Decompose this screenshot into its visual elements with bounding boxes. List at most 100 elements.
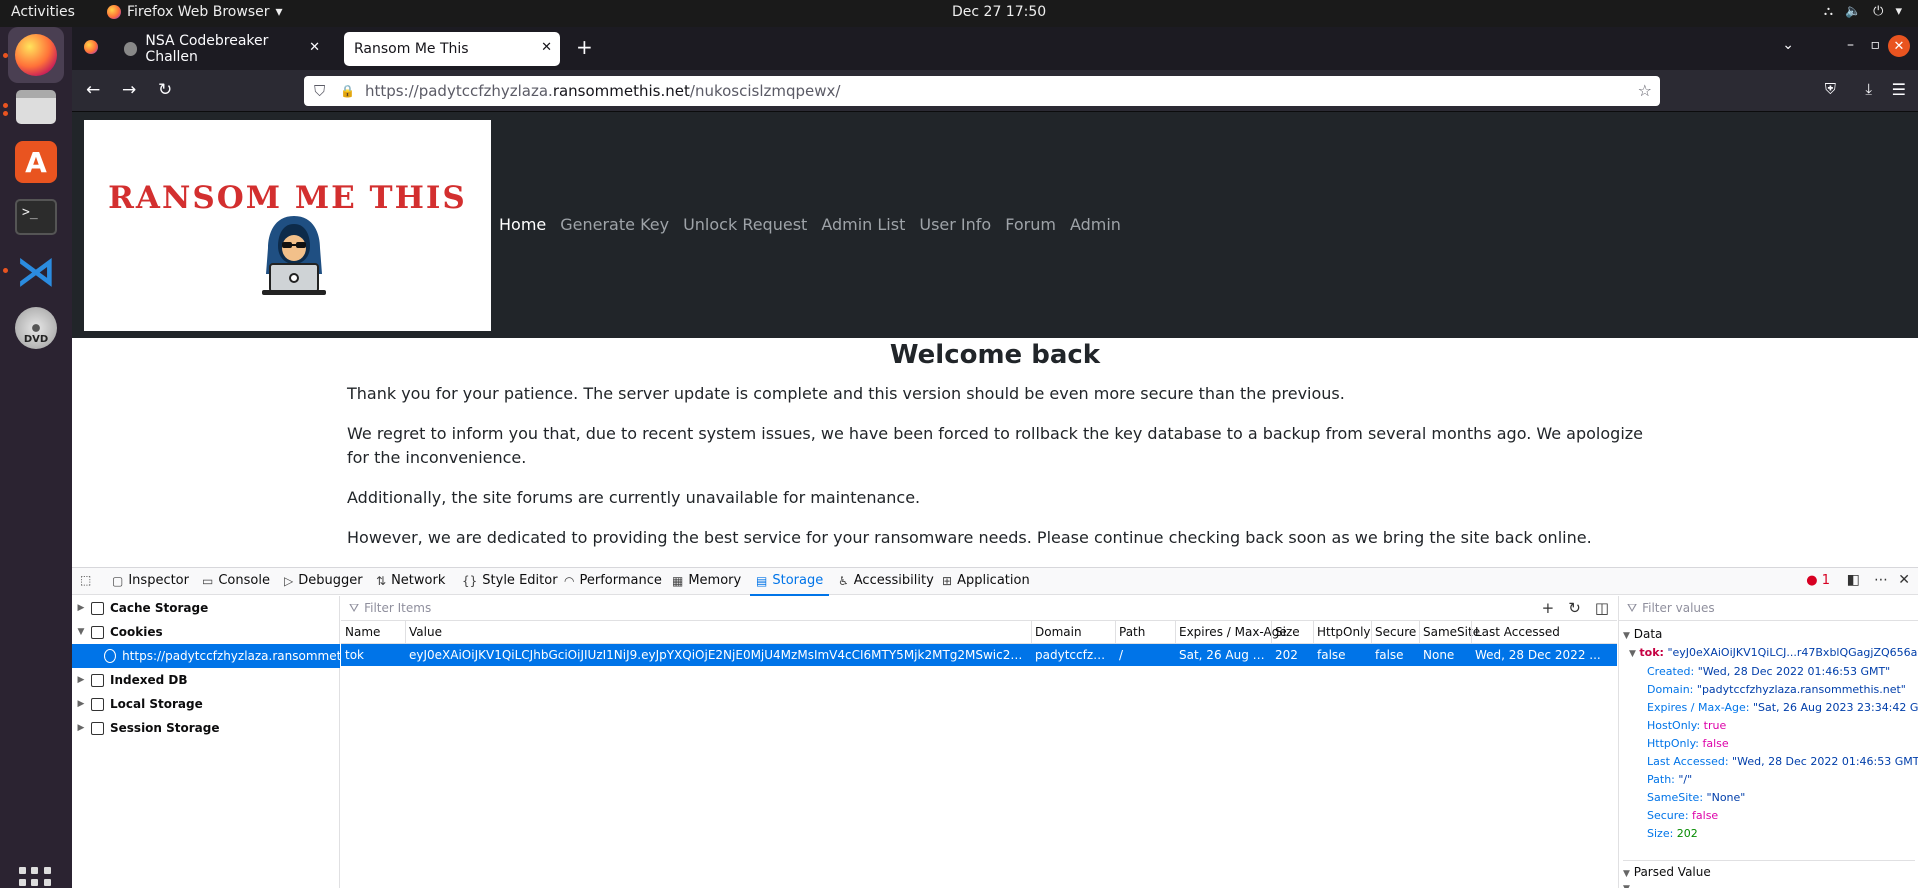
dock-vscode[interactable]: ⋊ [8,244,64,300]
tab-performance[interactable]: ◠ Performance [564,573,662,588]
field-row[interactable]: Domain: "padytccfzhyzlaza.ransommethis.n… [1647,683,1906,696]
tracking-protection-icon[interactable]: ⛉ [314,82,328,100]
filter-items-input[interactable]: ⛛ Filter Items + ↻ ◫ [341,596,1617,621]
nav-home[interactable]: Home [499,215,546,234]
table-row[interactable]: tok eyJ0eXAiOiJKV1QiLCJhbGciOiJIUzI1NiJ9… [341,644,1617,666]
refresh-icon[interactable]: ↻ [1568,599,1581,617]
nav-admin[interactable]: Admin [1070,215,1121,234]
tab-style-editor[interactable]: {} Style Editor [462,573,558,588]
system-tray[interactable]: ⛬ 🔈 ⏻ ▾ [1824,4,1902,19]
toggle-sidebar-icon[interactable]: ◫ [1595,599,1609,617]
collapse-icon[interactable]: ▼ [74,627,88,637]
column-header-path[interactable]: Path [1119,625,1145,639]
performance-icon: ◠ [564,573,575,588]
tree-indexed-db[interactable]: ▶ Indexed DB [72,668,340,692]
dock-terminal[interactable]: >_ [8,189,64,245]
reload-button[interactable]: ↻ [158,80,172,100]
expand-icon[interactable]: ▶ [74,699,88,709]
dock-side-icon[interactable]: ◧ [1847,572,1860,588]
list-all-tabs-icon[interactable]: ⌄ [1782,37,1794,53]
lock-icon[interactable]: 🔒 [340,84,355,98]
tab-accessibility[interactable]: ♿ Accessibility [838,573,934,588]
column-header-last-accessed[interactable]: Last Accessed [1475,625,1560,639]
filter-values-input[interactable]: ⛛ Filter values [1619,596,1918,621]
downloads-icon[interactable]: ⤓ [1865,80,1872,98]
maximize-icon[interactable]: ▫ [1871,37,1881,53]
tab-application[interactable]: ⊞ Application [942,573,1030,588]
field-row[interactable]: SameSite: "None" [1647,791,1745,804]
tab-ransom-me-this[interactable]: Ransom Me This ✕ [344,32,560,66]
window-close-button[interactable]: ✕ [1888,35,1910,57]
memory-icon: ▦ [672,573,684,588]
nav-unlock-request[interactable]: Unlock Request [683,215,807,234]
menu-icon[interactable]: ☰ [1892,80,1906,99]
tab-storage[interactable]: ▤ Storage [749,573,830,596]
tree-session-storage[interactable]: ▶ Session Storage [72,716,340,740]
nav-generate-key[interactable]: Generate Key [560,215,669,234]
site-logo[interactable]: RANSOM ME THIS [84,120,491,331]
column-header-name[interactable]: Name [345,625,380,639]
field-row[interactable]: Last Accessed: "Wed, 28 Dec 2022 01:46:5… [1647,755,1918,768]
tree-cookies[interactable]: ▼ Cookies [72,620,340,644]
field-row[interactable]: HostOnly: true [1647,719,1726,732]
column-header-domain[interactable]: Domain [1035,625,1082,639]
nav-admin-list[interactable]: Admin List [821,215,905,234]
firefox-view-icon[interactable] [84,40,98,54]
element-picker-icon[interactable]: ⬚ [80,573,91,587]
tab-network[interactable]: ⇅ Network [376,573,445,588]
dock-software[interactable]: A [8,134,64,190]
field-row[interactable]: Path: "/" [1647,773,1692,786]
add-item-icon[interactable]: + [1542,599,1555,617]
tool-label: Debugger [298,573,363,588]
tab-nsa-codebreaker[interactable]: NSA Codebreaker Challen ✕ [114,32,328,66]
forward-button[interactable]: → [122,80,136,100]
console-icon: ▭ [202,573,214,588]
field-row[interactable]: Expires / Max-Age: "Sat, 26 Aug 2023 23:… [1647,701,1918,714]
nav-forum[interactable]: Forum [1005,215,1056,234]
minimize-icon[interactable]: – [1847,37,1854,53]
tool-label: Storage [772,573,824,588]
column-header-secure[interactable]: Secure [1375,625,1416,639]
field-row[interactable]: Created: "Wed, 28 Dec 2022 01:46:53 GMT" [1647,665,1890,678]
close-icon[interactable]: ✕ [541,40,552,55]
dock-firefox[interactable] [8,27,64,83]
tab-memory[interactable]: ▦ Memory [672,573,741,588]
close-icon[interactable]: ✕ [309,40,320,55]
column-header-value[interactable]: Value [409,625,442,639]
tab-debugger[interactable]: ▷ Debugger [284,573,363,588]
tab-inspector[interactable]: ▢ Inspector [112,573,189,588]
field-row[interactable]: Secure: false [1647,809,1718,822]
new-tab-button[interactable]: + [576,35,593,59]
column-header-httponly[interactable]: HttpOnly [1317,625,1371,639]
show-apps-icon[interactable] [19,867,51,888]
bookmark-star-icon[interactable]: ☆ [1638,81,1652,100]
parsed-entry[interactable]: ▼ [1623,880,1630,888]
tree-cache-storage[interactable]: ▶ Cache Storage [72,596,340,620]
cell-secure: false [1375,648,1404,662]
column-header-size[interactable]: Size [1275,625,1300,639]
app-menu[interactable]: Firefox Web Browser ▾ [107,4,283,20]
activities-button[interactable]: Activities [11,4,75,20]
root-entry[interactable]: ▼ tok: "eyJ0eXAiOiJKV1QiLCJ...r47BxblQGa… [1629,646,1918,659]
parsed-section-header[interactable]: ▼ Parsed Value [1623,860,1915,879]
tree-cookie-origin[interactable]: https://padytccfzhyzlaza.ransommethis.ne… [72,644,340,668]
devtools-toolbar: ⬚ ▢ Inspector ▭ Console ▷ Debugger ⇅ Network… [72,568,1918,596]
expand-icon[interactable]: ▶ [74,723,88,733]
url-bar[interactable]: ⛉ 🔒 https://padytccfzhyzlaza. ransommethi… [304,76,1660,106]
nav-user-info[interactable]: User Info [919,215,991,234]
expand-icon[interactable]: ▶ [74,675,88,685]
pocket-icon[interactable]: ⛨ [1825,80,1836,98]
field-row[interactable]: Size: 202 [1647,827,1698,840]
dock-files[interactable] [8,79,64,135]
more-options-icon[interactable]: ⋯ [1874,572,1888,588]
field-row[interactable]: HttpOnly: false [1647,737,1729,750]
back-button[interactable]: ← [86,80,100,100]
tab-console[interactable]: ▭ Console [202,573,270,588]
tree-local-storage[interactable]: ▶ Local Storage [72,692,340,716]
close-devtools-icon[interactable]: ✕ [1898,572,1910,588]
dock-dvd[interactable]: DVD [8,300,64,356]
expand-icon[interactable]: ▶ [74,603,88,613]
error-count-badge[interactable]: ● 1 [1806,573,1830,588]
clock[interactable]: Dec 27 17:50 [952,4,1046,20]
data-section-header[interactable]: ▼ Data [1623,627,1662,641]
